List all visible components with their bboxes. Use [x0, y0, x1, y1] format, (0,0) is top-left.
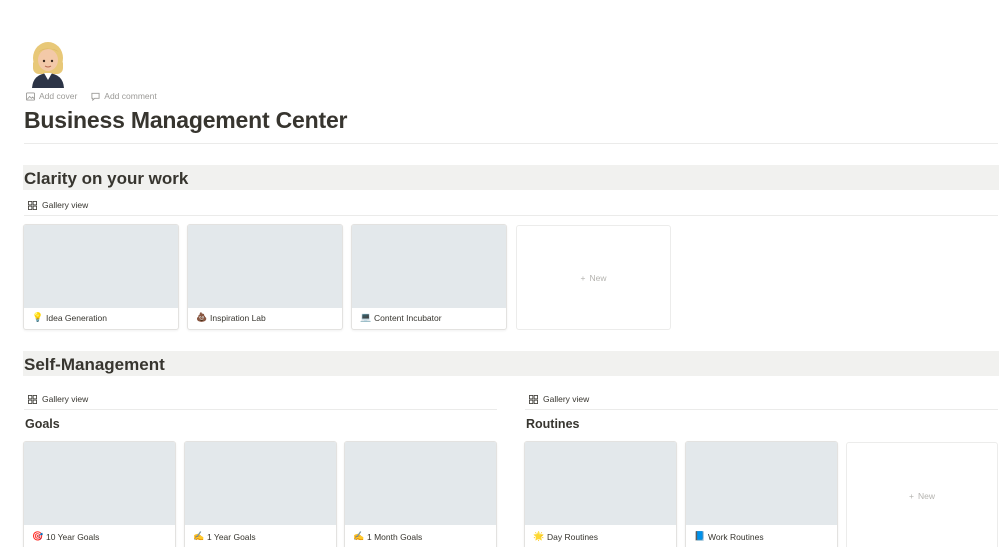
gallery-view-label: Gallery view — [543, 394, 590, 404]
section-band — [23, 351, 999, 376]
image-icon — [26, 91, 35, 101]
gallery-card[interactable]: 🌟 Day Routines — [524, 441, 677, 547]
section-title-clarity[interactable]: Clarity on your work — [24, 169, 188, 189]
gallery-card[interactable]: 🎯 10 Year Goals — [23, 441, 176, 547]
card-cover — [525, 442, 676, 525]
notion-page: Add cover Add comment Business Managemen… — [0, 0, 1005, 547]
card-title: Content Incubator — [374, 312, 442, 323]
card-cover — [188, 225, 342, 308]
gallery-view-tab[interactable]: Gallery view — [529, 394, 589, 404]
target-icon: 🎯 — [32, 531, 44, 541]
blue-book-icon: 📘 — [694, 531, 706, 541]
poop-icon: 💩 — [196, 312, 208, 322]
divider — [24, 143, 998, 144]
new-label: New — [917, 491, 935, 501]
card-title: 10 Year Goals — [46, 531, 100, 542]
divider — [24, 409, 497, 410]
add-cover-label: Add cover — [39, 91, 78, 101]
plus-icon: + — [580, 272, 586, 283]
card-cover — [185, 442, 336, 525]
laptop-icon: 💻 — [360, 312, 372, 322]
goals-title[interactable]: Goals — [25, 417, 60, 431]
divider — [24, 215, 998, 216]
gallery-card[interactable]: ✍️ 1 Month Goals — [344, 441, 497, 547]
card-cover — [352, 225, 506, 308]
card-title: Work Routines — [708, 531, 764, 542]
add-comment-button[interactable]: Add comment — [91, 91, 157, 101]
divider — [525, 409, 998, 410]
gallery-grid-icon — [28, 200, 37, 210]
page-title[interactable]: Business Management Center — [24, 107, 347, 134]
gallery-view-label: Gallery view — [42, 200, 89, 210]
gallery-card[interactable]: 💡 Idea Generation — [23, 224, 179, 330]
gallery-grid-icon — [28, 394, 37, 404]
gallery-grid-icon — [529, 394, 538, 404]
writing-hand-icon: ✍️ — [353, 531, 365, 541]
card-title: Inspiration Lab — [210, 312, 266, 323]
gallery-view-tab[interactable]: Gallery view — [28, 200, 88, 210]
card-title: 1 Month Goals — [367, 531, 423, 542]
card-cover — [686, 442, 837, 525]
woman-office-worker-icon[interactable] — [24, 38, 72, 88]
add-cover-button[interactable]: Add cover — [26, 91, 77, 101]
gallery-view-tab[interactable]: Gallery view — [28, 394, 88, 404]
section-title-self-management[interactable]: Self-Management — [24, 355, 165, 375]
page-controls: Add cover Add comment — [26, 91, 157, 101]
card-title: Day Routines — [547, 531, 599, 542]
card-cover — [24, 442, 175, 525]
comment-icon — [91, 92, 100, 101]
routines-title[interactable]: Routines — [526, 417, 579, 431]
gallery-view-label: Gallery view — [42, 394, 89, 404]
new-card-button[interactable]: + New — [516, 225, 671, 330]
card-title: Idea Generation — [46, 312, 107, 323]
add-comment-label: Add comment — [104, 91, 157, 101]
gallery-card[interactable]: ✍️ 1 Year Goals — [184, 441, 337, 547]
card-title: 1 Year Goals — [207, 531, 256, 542]
gallery-card[interactable]: 💩 Inspiration Lab — [187, 224, 343, 330]
new-label: New — [589, 272, 607, 283]
card-cover — [24, 225, 178, 308]
new-card-button[interactable]: + New — [846, 442, 998, 547]
lightbulb-icon: 💡 — [32, 312, 44, 322]
gallery-card[interactable]: 📘 Work Routines — [685, 441, 838, 547]
card-cover — [345, 442, 496, 525]
star-icon: 🌟 — [533, 531, 545, 541]
plus-icon: + — [909, 491, 914, 501]
writing-hand-icon: ✍️ — [193, 531, 205, 541]
gallery-card[interactable]: 💻 Content Incubator — [351, 224, 507, 330]
